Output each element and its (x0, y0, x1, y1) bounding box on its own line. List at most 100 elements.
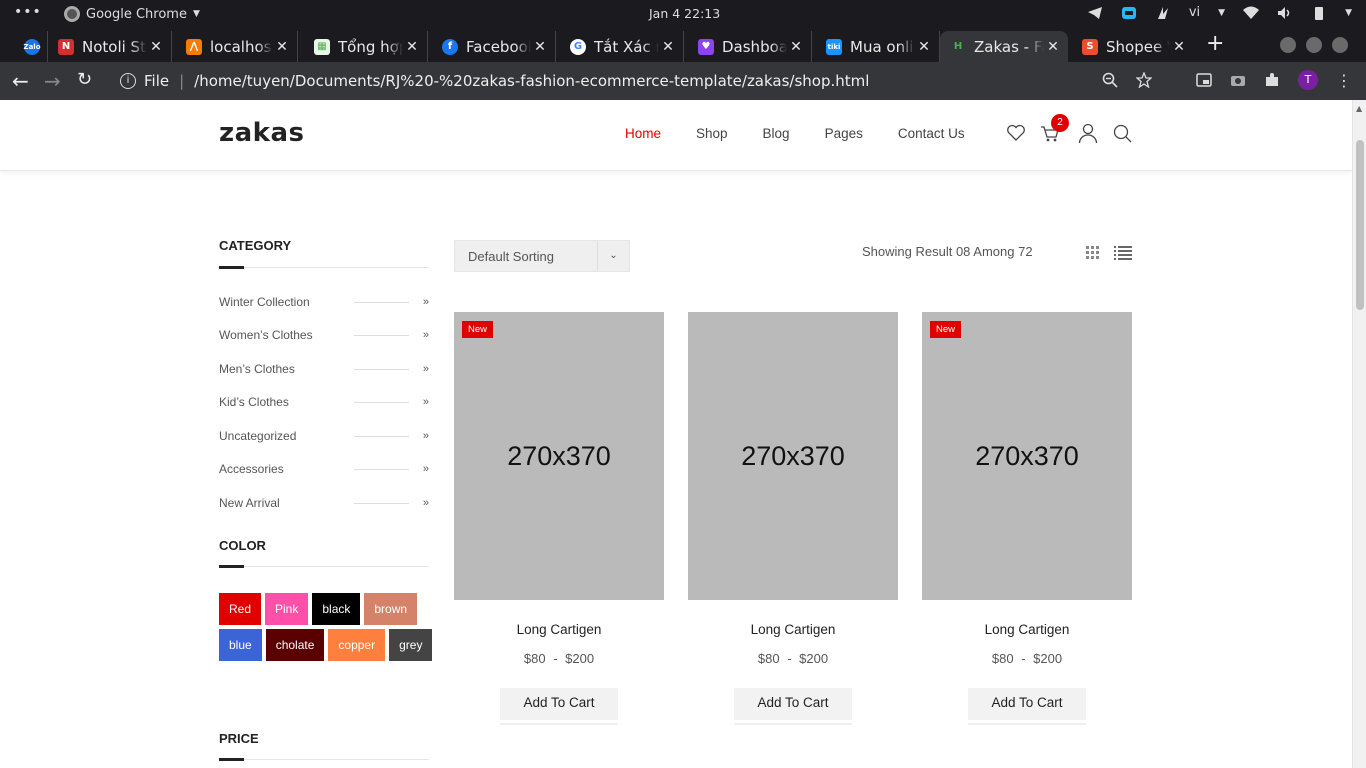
nav-pages[interactable]: Pages (825, 126, 863, 141)
flame-icon[interactable] (1155, 6, 1171, 20)
camera-icon[interactable] (1230, 72, 1246, 88)
telegram-icon[interactable] (1087, 6, 1103, 20)
profile-avatar[interactable]: T (1298, 70, 1318, 90)
maximize-button[interactable] (1306, 37, 1322, 53)
color-swatch-black[interactable]: black (312, 593, 361, 625)
media-icon[interactable] (1196, 72, 1212, 88)
separator: | (179, 72, 185, 90)
add-to-cart-button[interactable]: Add To Cart (500, 688, 618, 720)
site-logo[interactable]: zakas (219, 118, 305, 148)
category-item[interactable]: Winter Collection » (219, 285, 429, 319)
info-icon[interactable]: i (120, 73, 136, 89)
tab-localhost[interactable]: ⋀ localhost ✕ (176, 31, 298, 62)
nav-contact-us[interactable]: Contact Us (898, 126, 965, 141)
category-item[interactable]: Women’s Clothes » (219, 319, 429, 353)
close-icon[interactable]: ✕ (915, 39, 933, 55)
nav-shop[interactable]: Shop (696, 126, 728, 141)
color-swatch-pink[interactable]: Pink (265, 593, 309, 625)
color-swatch-brown[interactable]: brown (364, 593, 418, 625)
chevron-down-icon[interactable]: ▼ (1345, 8, 1352, 18)
page-scrollbar[interactable]: ▲ (1352, 100, 1366, 768)
keyboard-layout[interactable]: vi (1189, 5, 1200, 20)
nav-home[interactable]: Home (625, 126, 661, 141)
clock[interactable]: Jan 4 22:13 (649, 6, 720, 21)
tray-app-icon[interactable] (1121, 6, 1137, 20)
color-swatch-cholate[interactable]: cholate (265, 629, 325, 661)
product-price: $80 - $200 (757, 651, 829, 666)
cart-count-badge: 2 (1051, 114, 1069, 132)
tab-zalo[interactable]: Zalo (14, 31, 48, 62)
category-item[interactable]: Men’s Clothes » (219, 352, 429, 386)
scrollbar-thumb[interactable] (1356, 140, 1364, 310)
category-item[interactable]: New Arrival » (219, 486, 429, 520)
color-swatch-red[interactable]: Red (219, 593, 262, 625)
product-image-placeholder[interactable]: 270x370 (688, 312, 898, 600)
product-image-placeholder[interactable]: New 270x370 (922, 312, 1132, 600)
tab-strip: Zalo N Notoli St ✕ ⋀ localhost ✕ ▦ Tổng … (0, 28, 1366, 62)
new-tab-plus-icon[interactable]: + (1206, 31, 1224, 56)
product-name[interactable]: Long Cartigen (688, 622, 898, 637)
close-icon[interactable]: ✕ (147, 39, 165, 55)
tab-tiki[interactable]: tiki Mua onli ✕ (816, 31, 940, 62)
close-icon[interactable]: ✕ (531, 39, 549, 55)
product-name[interactable]: Long Cartigen (922, 622, 1132, 637)
url-text[interactable]: /home/tuyen/Documents/RJ%20-%20zakas-fas… (194, 72, 869, 90)
grid-view-icon[interactable] (1086, 246, 1099, 259)
sorting-select[interactable]: Default Sorting ⌄ (454, 240, 630, 272)
tab-notoli[interactable]: N Notoli St ✕ (48, 31, 172, 62)
tab-facebook[interactable]: f Facebook ✕ (432, 31, 556, 62)
close-icon[interactable]: ✕ (1170, 39, 1188, 55)
heart-icon[interactable] (1006, 122, 1026, 144)
battery-icon[interactable] (1311, 6, 1327, 20)
image-size-label: 270x370 (975, 440, 1079, 471)
minimize-button[interactable] (1280, 37, 1296, 53)
product-name[interactable]: Long Cartigen (454, 622, 664, 637)
app-name: Google Chrome (86, 6, 187, 22)
nav-blog[interactable]: Blog (763, 126, 790, 141)
close-icon[interactable]: ✕ (403, 39, 421, 55)
os-top-bar: ••• Google Chrome ▼ Jan 4 22:13 vi ▼ ▼ (0, 0, 1366, 28)
activities-dots-icon[interactable]: ••• (14, 4, 42, 20)
zoom-icon[interactable] (1102, 72, 1118, 88)
add-to-cart-button[interactable]: Add To Cart (968, 688, 1086, 720)
tab-google[interactable]: G Tắt Xác n ✕ (560, 31, 684, 62)
color-swatch-blue[interactable]: blue (219, 629, 262, 661)
scroll-up-arrow-icon[interactable]: ▲ (1356, 104, 1362, 113)
reload-icon[interactable]: ↻ (77, 69, 92, 90)
product-image-placeholder[interactable]: New 270x370 (454, 312, 664, 600)
forward-arrow-icon[interactable]: → (44, 69, 61, 93)
close-icon[interactable]: ✕ (787, 39, 805, 55)
app-menu[interactable]: Google Chrome ▼ (64, 6, 200, 22)
tab-title: Facebook (466, 37, 531, 56)
category-item[interactable]: Uncategorized » (219, 419, 429, 453)
color-swatch-copper[interactable]: copper (328, 629, 386, 661)
close-icon[interactable]: ✕ (659, 39, 677, 55)
tab-dashboard[interactable]: ♥ Dashboa ✕ (688, 31, 812, 62)
kebab-menu-icon[interactable]: ⋮ (1336, 71, 1352, 90)
star-icon[interactable] (1136, 72, 1152, 88)
search-icon[interactable] (1112, 122, 1132, 144)
wifi-icon[interactable] (1243, 6, 1260, 20)
address-bar[interactable]: i File | /home/tuyen/Documents/RJ%20-%20… (110, 66, 1170, 96)
close-icon[interactable]: ✕ (1044, 39, 1062, 55)
tab-tong-hop[interactable]: ▦ Tổng hợp ✕ (304, 31, 428, 62)
list-view-icon[interactable] (1114, 246, 1132, 260)
price-underline (219, 758, 429, 761)
add-to-cart-button[interactable]: Add To Cart (734, 688, 852, 720)
tab-title: Dashboa (722, 37, 787, 56)
double-chevron-right-icon: » (422, 429, 429, 442)
close-window-button[interactable] (1332, 37, 1348, 53)
category-item[interactable]: Accessories » (219, 453, 429, 487)
color-swatch-grey[interactable]: grey (389, 629, 433, 661)
user-icon[interactable] (1078, 122, 1098, 144)
tab-zakas[interactable]: H Zakas - Fa ✕ (940, 31, 1068, 62)
cart-button[interactable]: 2 (1040, 114, 1069, 144)
tab-shopee[interactable]: S Shopee V ✕ (1072, 31, 1194, 62)
back-arrow-icon[interactable]: ← (12, 69, 29, 93)
volume-icon[interactable] (1277, 6, 1293, 20)
extensions-puzzle-icon[interactable] (1264, 72, 1280, 88)
close-icon[interactable]: ✕ (273, 39, 291, 55)
category-item[interactable]: Kid’s Clothes » (219, 386, 429, 420)
product-price: $80 - $200 (991, 651, 1063, 666)
calendar-icon: ▦ (314, 38, 330, 55)
